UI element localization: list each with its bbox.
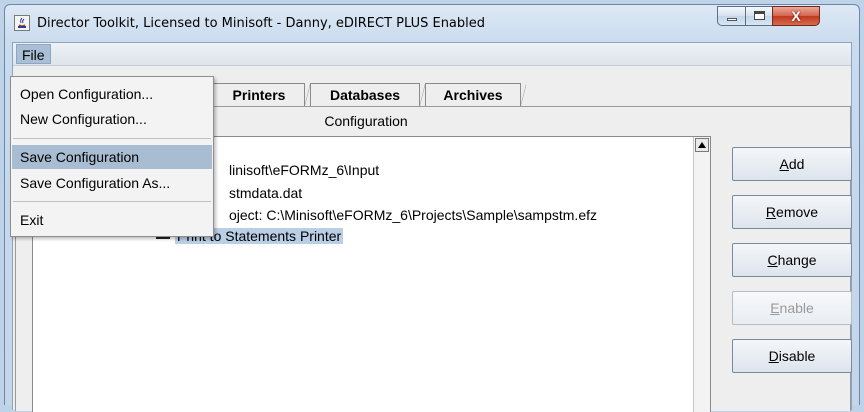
change-mnemonic: C: [767, 252, 778, 268]
minimize-icon: [727, 18, 737, 21]
tree-node-project[interactable]: oject: C:\Minisoft\eFORMz_6\Projects\Sam…: [229, 207, 597, 223]
add-mnemonic: A: [779, 156, 789, 172]
scroll-up-arrow-icon[interactable]: [695, 138, 709, 152]
menu-separator: [13, 138, 211, 139]
add-button[interactable]: Add: [732, 147, 852, 181]
disable-button[interactable]: Disable: [732, 339, 852, 373]
close-icon: X: [791, 8, 801, 24]
menu-separator: [13, 201, 211, 202]
close-button[interactable]: X: [772, 6, 820, 26]
menu-item-save-configuration[interactable]: Save Configuration: [12, 145, 212, 169]
minimize-button[interactable]: [717, 6, 746, 26]
remove-button[interactable]: Remove: [732, 195, 852, 229]
enable-label: nable: [779, 300, 814, 316]
vertical-scrollbar[interactable]: [693, 137, 710, 412]
window-title: Director Toolkit, Licensed to Minisoft -…: [37, 16, 486, 31]
maximize-button[interactable]: [745, 6, 773, 26]
maximize-icon: [754, 11, 765, 20]
enable-button[interactable]: Enable: [732, 291, 852, 325]
change-label: hange: [777, 252, 817, 268]
menu-file[interactable]: File: [16, 44, 51, 64]
tab-printers[interactable]: Printers: [213, 83, 310, 108]
tree-node-data-file[interactable]: stmdata.dat: [229, 185, 302, 201]
menu-item-save-configuration-as[interactable]: Save Configuration As...: [12, 171, 212, 195]
disable-label: isable: [778, 348, 816, 364]
file-menu-dropdown: Open Configuration... New Configuration.…: [10, 76, 214, 237]
tab-databases[interactable]: Databases: [310, 83, 425, 108]
tree-node-input-path[interactable]: linisoft\eFORMz_6\Input: [229, 162, 379, 178]
change-button[interactable]: Change: [732, 243, 852, 277]
disable-mnemonic: D: [768, 348, 779, 364]
enable-mnemonic: E: [770, 300, 780, 316]
remove-mnemonic: R: [765, 204, 777, 220]
menu-item-exit[interactable]: Exit: [12, 208, 212, 232]
java-app-icon: [14, 15, 30, 31]
remove-label: emove: [776, 204, 819, 220]
menu-item-open-configuration[interactable]: Open Configuration...: [12, 82, 212, 106]
tab-archives[interactable]: Archives: [425, 83, 526, 108]
add-label: dd: [788, 156, 805, 172]
title-bar[interactable]: Director Toolkit, Licensed to Minisoft -…: [5, 5, 859, 43]
menu-bar: File: [13, 43, 851, 66]
menu-item-new-configuration[interactable]: New Configuration...: [12, 107, 212, 131]
